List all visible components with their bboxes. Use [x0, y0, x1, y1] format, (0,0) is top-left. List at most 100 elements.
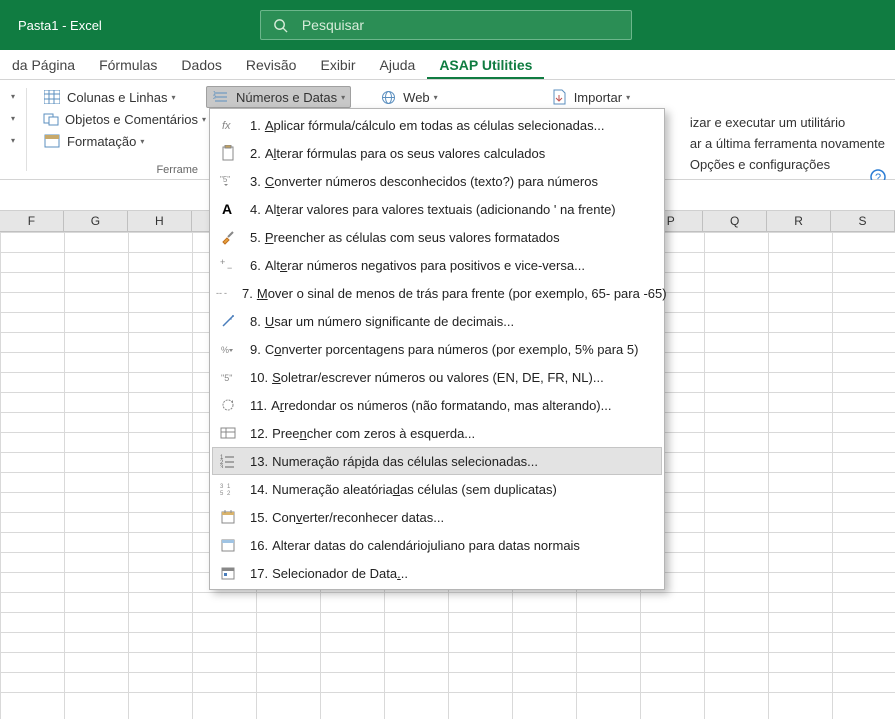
- menu-item-4[interactable]: A 4.Alterar valores para valores textuai…: [212, 195, 662, 223]
- importar-button[interactable]: Importar ▾: [544, 86, 636, 108]
- objetos-button[interactable]: Objetos e Comentários ▾: [37, 108, 192, 130]
- svg-text:fx: fx: [222, 120, 231, 132]
- search-icon: [273, 18, 288, 33]
- numbered-list-icon: 123: [216, 452, 240, 470]
- julian-icon: [216, 536, 240, 554]
- svg-text:3: 3: [220, 465, 224, 468]
- tab-layout[interactable]: da Página: [0, 51, 87, 79]
- menu-item-9[interactable]: % 9.Converter porcentagens para números …: [212, 335, 662, 363]
- svg-text:A: A: [222, 201, 232, 217]
- svg-text:5: 5: [220, 491, 224, 496]
- menu-item-12[interactable]: 12.Preencher com zeros à esquerda...: [212, 419, 662, 447]
- menu-item-14[interactable]: 3152 14.Numeração aleatória das células …: [212, 475, 662, 503]
- convert-icon: "5": [216, 172, 240, 190]
- svg-text:%: %: [221, 345, 229, 355]
- formula-icon: fx: [216, 116, 240, 134]
- mini-btn-1[interactable]: ▾: [4, 86, 22, 106]
- right2-label: ar a última ferramenta novamente: [690, 136, 885, 151]
- paste-icon: [216, 144, 240, 162]
- menu-item-11[interactable]: 11.Arredondar os números (não formatando…: [212, 391, 662, 419]
- svg-text:1: 1: [227, 484, 231, 490]
- web-label: Web: [403, 90, 430, 105]
- menu-item-16[interactable]: 16.Alterar datas do calendário juliano p…: [212, 531, 662, 559]
- numbers-icon: 12: [212, 89, 230, 105]
- ribbon-tabs: da Página Fórmulas Dados Revisão Exibir …: [0, 50, 895, 80]
- date-picker-icon: [216, 564, 240, 582]
- objetos-label: Objetos e Comentários: [65, 112, 198, 127]
- svg-text:−: −: [227, 263, 232, 273]
- svg-text:--: --: [216, 288, 222, 298]
- col-R[interactable]: R: [767, 211, 831, 231]
- numeros-label: Números e Datas: [236, 90, 337, 105]
- col-F[interactable]: F: [0, 211, 64, 231]
- colunas-linhas-button[interactable]: Colunas e Linhas ▾: [37, 86, 192, 108]
- tab-revisao[interactable]: Revisão: [234, 51, 309, 79]
- menu-item-15[interactable]: 15.Converter/reconhecer datas...: [212, 503, 662, 531]
- ultima-btn[interactable]: ar a última ferramenta novamente: [686, 133, 889, 154]
- numeros-datas-button[interactable]: 12 Números e Datas ▾: [206, 86, 351, 108]
- col-G[interactable]: G: [64, 211, 128, 231]
- calendar-icon: [216, 508, 240, 526]
- tab-formulas[interactable]: Fórmulas: [87, 51, 169, 79]
- tab-dados[interactable]: Dados: [169, 51, 233, 79]
- col-H[interactable]: H: [128, 211, 192, 231]
- menu-item-7[interactable]: --- 7.Mover o sinal de menos de trás par…: [212, 279, 662, 307]
- opcoes-btn[interactable]: Opções e configurações: [686, 154, 889, 175]
- title-bar: Pasta1 - Excel: [0, 0, 895, 50]
- tab-ajuda[interactable]: Ajuda: [368, 51, 428, 79]
- localizar-btn[interactable]: izar e executar um utilitário: [686, 112, 889, 133]
- minus-move-icon: ---: [216, 284, 232, 302]
- tab-asap-utilities[interactable]: ASAP Utilities: [427, 51, 544, 79]
- menu-item-8[interactable]: 8.Usar um número significante de decimai…: [212, 307, 662, 335]
- svg-text:2: 2: [213, 95, 216, 101]
- chevron-down-icon: ▾: [140, 137, 144, 146]
- menu-item-17[interactable]: 17.Selecionador de Data...: [212, 559, 662, 587]
- menu-item-5[interactable]: 5.Preencher as células com seus valores …: [212, 223, 662, 251]
- mini-btn-2[interactable]: ▾: [4, 108, 22, 128]
- plusminus-icon: +−: [216, 256, 240, 274]
- menu-item-2[interactable]: 2.Alterar fórmulas para os seus valores …: [212, 139, 662, 167]
- svg-text:"5": "5": [221, 373, 232, 383]
- menu-item-13[interactable]: 123 13.Numeração rápida das células sele…: [212, 447, 662, 475]
- numeros-datas-dropdown: fx 1.Aplicar fórmula/cálculo em todas as…: [209, 108, 665, 590]
- menu-item-3[interactable]: "5" 3.Converter números desconhecidos (t…: [212, 167, 662, 195]
- app-title: Pasta1 - Excel: [0, 18, 102, 33]
- columns-icon: [43, 89, 61, 105]
- col-Q[interactable]: Q: [703, 211, 767, 231]
- formatacao-button[interactable]: Formatação ▾: [37, 130, 192, 152]
- web-button[interactable]: Web ▾: [373, 86, 444, 108]
- menu-item-1[interactable]: fx 1.Aplicar fórmula/cálculo em todas as…: [212, 111, 662, 139]
- colunas-label: Colunas e Linhas: [67, 90, 167, 105]
- search-input[interactable]: [302, 17, 619, 33]
- globe-icon: [379, 89, 397, 105]
- menu-item-10[interactable]: "5" 10.Soletrar/escrever números ou valo…: [212, 363, 662, 391]
- search-box[interactable]: [260, 10, 632, 40]
- svg-text:"5": "5": [220, 175, 230, 184]
- chevron-down-icon: ▾: [341, 93, 345, 102]
- text-icon: A: [216, 200, 240, 218]
- menu-item-6[interactable]: +− 6.Alterar números negativos para posi…: [212, 251, 662, 279]
- right3-label: Opções e configurações: [690, 157, 830, 172]
- leading-zero-icon: [216, 424, 240, 442]
- ribbon-right-group: izar e executar um utilitário ar a últim…: [686, 112, 895, 175]
- chevron-down-icon: ▾: [434, 93, 438, 102]
- chevron-down-icon: ▾: [171, 93, 175, 102]
- chevron-down-icon: ▾: [626, 93, 630, 102]
- col-S[interactable]: S: [831, 211, 895, 231]
- group-label-ferramentas: Ferrame: [27, 164, 202, 176]
- ribbon-mini-col: ▾ ▾ ▾: [0, 80, 26, 179]
- format-icon: [43, 133, 61, 149]
- right1-label: izar e executar um utilitário: [690, 115, 845, 130]
- percent-icon: %: [216, 340, 240, 358]
- round-icon: [216, 396, 240, 414]
- brush-icon: [216, 228, 240, 246]
- importar-label: Importar: [574, 90, 622, 105]
- svg-text:3: 3: [220, 484, 224, 490]
- svg-text:+: +: [220, 257, 225, 267]
- objects-icon: [43, 111, 59, 127]
- mini-btn-3[interactable]: ▾: [4, 130, 22, 150]
- tab-exibir[interactable]: Exibir: [308, 51, 367, 79]
- random-icon: 3152: [216, 480, 240, 498]
- wand-icon: [216, 312, 240, 330]
- svg-text:2: 2: [227, 491, 231, 496]
